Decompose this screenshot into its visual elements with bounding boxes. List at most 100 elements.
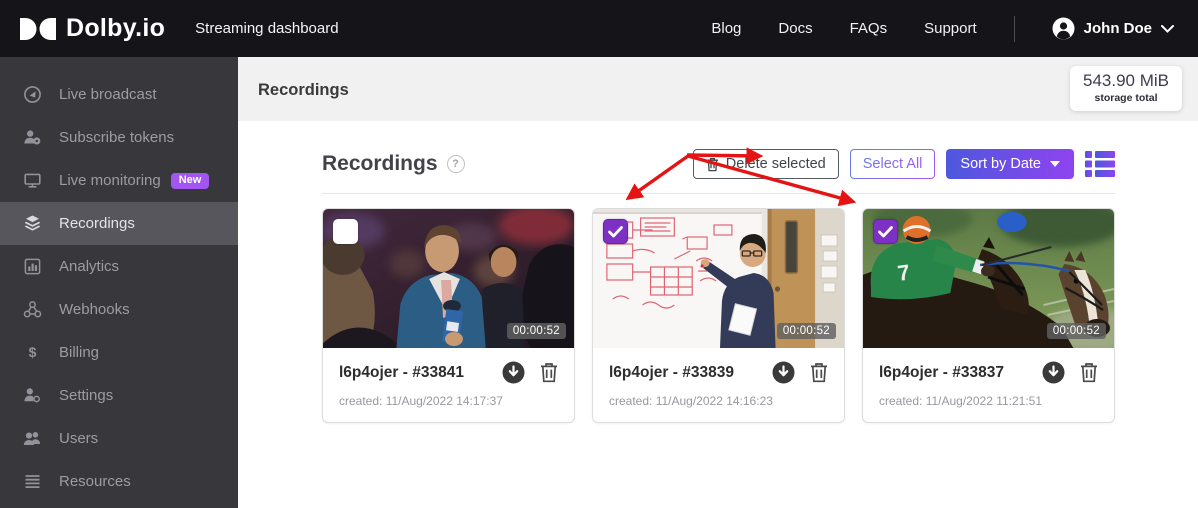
section-title: Recordings xyxy=(322,152,438,176)
select-all-label: Select All xyxy=(863,156,923,172)
top-navbar: Dolby.io Streaming dashboard Blog Docs F… xyxy=(0,0,1198,57)
sidebar-item-label: Users xyxy=(59,430,98,447)
sidebar-item-analytics[interactable]: Analytics xyxy=(0,245,238,288)
trash-icon[interactable] xyxy=(540,362,558,383)
navbar-divider xyxy=(1014,16,1015,42)
download-icon[interactable] xyxy=(502,361,525,384)
sort-by-date-button[interactable]: Sort by Date xyxy=(946,149,1074,179)
sidebar-item-label: Settings xyxy=(59,387,113,404)
delete-selected-button[interactable]: Delete selected xyxy=(693,149,839,179)
recordings-grid: 00:00:52 l6p4ojer - #33841 xyxy=(322,208,1115,423)
sidebar-item-label: Live monitoring xyxy=(59,172,161,189)
user-menu[interactable]: John Doe xyxy=(1052,17,1174,40)
recording-title: l6p4ojer - #33837 xyxy=(879,364,1004,382)
card-footer: l6p4ojer - #33837 created: 11/Aug/2022 1… xyxy=(863,348,1114,422)
page-title: Recordings xyxy=(258,81,349,100)
nav-link-docs[interactable]: Docs xyxy=(778,20,812,37)
recording-card-1: 00:00:52 l6p4ojer - #33841 xyxy=(322,208,575,423)
help-icon[interactable]: ? xyxy=(447,155,465,173)
recording-2-checkbox[interactable] xyxy=(603,219,628,244)
trash-icon[interactable] xyxy=(810,362,828,383)
recording-created: created: 11/Aug/2022 14:16:23 xyxy=(609,394,828,408)
recording-created: created: 11/Aug/2022 14:17:37 xyxy=(339,394,558,408)
download-icon[interactable] xyxy=(772,361,795,384)
sidebar-item-billing[interactable]: $ Billing xyxy=(0,331,238,374)
content-header-row: Recordings ? Delete selected Select All … xyxy=(322,148,1115,180)
page-header-band: Recordings 543.90 MiB storage total xyxy=(238,57,1198,121)
trash-icon xyxy=(706,157,719,172)
duration-badge: 00:00:52 xyxy=(507,323,566,339)
person-gear-icon xyxy=(23,386,42,405)
dollar-icon: $ xyxy=(23,343,42,362)
sidebar-item-label: Resources xyxy=(59,473,131,490)
nav-link-support[interactable]: Support xyxy=(924,20,977,37)
user-name: John Doe xyxy=(1084,20,1152,37)
recording-2-thumbnail[interactable]: 00:00:52 xyxy=(593,209,844,348)
sidebar-item-live-monitoring[interactable]: Live monitoring New xyxy=(0,159,238,202)
sidebar-item-resources[interactable]: Resources xyxy=(0,460,238,503)
layers-icon xyxy=(23,214,42,233)
sidebar-item-settings[interactable]: Settings xyxy=(0,374,238,417)
recording-title: l6p4ojer - #33839 xyxy=(609,364,734,382)
sidebar-item-recordings[interactable]: Recordings xyxy=(0,202,238,245)
sidebar: Live broadcast Subscribe tokens Live mon… xyxy=(0,57,238,508)
recording-card-2: 00:00:52 l6p4ojer - #33839 xyxy=(592,208,845,423)
caret-down-icon xyxy=(1050,161,1060,167)
sidebar-item-subscribe-tokens[interactable]: Subscribe tokens xyxy=(0,116,238,159)
subscriber-icon xyxy=(23,128,42,147)
recording-3-checkbox[interactable] xyxy=(873,219,898,244)
storage-total-card: 543.90 MiB storage total xyxy=(1070,66,1182,111)
sidebar-item-label: Webhooks xyxy=(59,301,130,318)
webhook-icon xyxy=(23,300,42,319)
duration-badge: 00:00:52 xyxy=(1047,323,1106,339)
nav-link-blog[interactable]: Blog xyxy=(711,20,741,37)
trash-icon[interactable] xyxy=(1080,362,1098,383)
content-area: Recordings ? Delete selected Select All … xyxy=(238,148,1198,423)
sort-by-date-label: Sort by Date xyxy=(960,156,1041,172)
checkmark-icon xyxy=(878,226,893,238)
recording-card-3: 7 00:00:52 l6p4ojer - #33837 xyxy=(862,208,1115,423)
monitor-icon xyxy=(23,171,42,190)
svg-text:$: $ xyxy=(29,344,37,360)
list-view-icon xyxy=(1085,151,1115,177)
main-area: Recordings 543.90 MiB storage total Reco… xyxy=(238,57,1198,508)
bar-chart-icon xyxy=(23,257,42,276)
recording-title: l6p4ojer - #33841 xyxy=(339,364,464,382)
list-icon xyxy=(23,472,42,491)
delete-selected-label: Delete selected xyxy=(726,156,826,172)
sidebar-item-webhooks[interactable]: Webhooks xyxy=(0,288,238,331)
navbar-links: Blog Docs FAQs Support John Doe xyxy=(711,16,1198,42)
storage-value: 543.90 MiB xyxy=(1083,71,1169,91)
dolby-logo[interactable]: Dolby.io xyxy=(0,14,165,43)
sidebar-item-label: Live broadcast xyxy=(59,86,157,103)
sidebar-item-label: Billing xyxy=(59,344,99,361)
nav-link-faqs[interactable]: FAQs xyxy=(850,20,888,37)
download-icon[interactable] xyxy=(1042,361,1065,384)
card-footer: l6p4ojer - #33839 created: 11/Aug/2022 1… xyxy=(593,348,844,422)
recording-3-thumbnail[interactable]: 7 00:00:52 xyxy=(863,209,1114,348)
sidebar-item-label: Subscribe tokens xyxy=(59,129,174,146)
sidebar-item-live-broadcast[interactable]: Live broadcast xyxy=(0,73,238,116)
avatar-icon xyxy=(1052,17,1075,40)
recordings-toolbar: Delete selected Select All Sort by Date xyxy=(693,149,1115,179)
dolby-double-d-icon xyxy=(20,18,56,40)
divider xyxy=(322,193,1115,194)
sidebar-item-users[interactable]: Users xyxy=(0,417,238,460)
list-view-toggle-button[interactable] xyxy=(1085,151,1115,177)
new-badge: New xyxy=(171,173,210,189)
duration-badge: 00:00:52 xyxy=(777,323,836,339)
recording-created: created: 11/Aug/2022 11:21:51 xyxy=(879,394,1098,408)
broadcast-icon xyxy=(23,85,42,104)
sidebar-item-label: Analytics xyxy=(59,258,119,275)
checkmark-icon xyxy=(608,226,623,238)
logo-text: Dolby.io xyxy=(66,14,165,43)
card-footer: l6p4ojer - #33841 created: 11/Aug/2022 1… xyxy=(323,348,574,422)
app-subtitle: Streaming dashboard xyxy=(195,20,338,37)
chevron-down-icon xyxy=(1161,25,1174,33)
storage-label: storage total xyxy=(1083,92,1169,104)
people-icon xyxy=(23,429,42,448)
sidebar-item-label: Recordings xyxy=(59,215,135,232)
recording-1-thumbnail[interactable]: 00:00:52 xyxy=(323,209,574,348)
recording-1-checkbox[interactable] xyxy=(333,219,358,244)
select-all-button[interactable]: Select All xyxy=(850,149,936,179)
